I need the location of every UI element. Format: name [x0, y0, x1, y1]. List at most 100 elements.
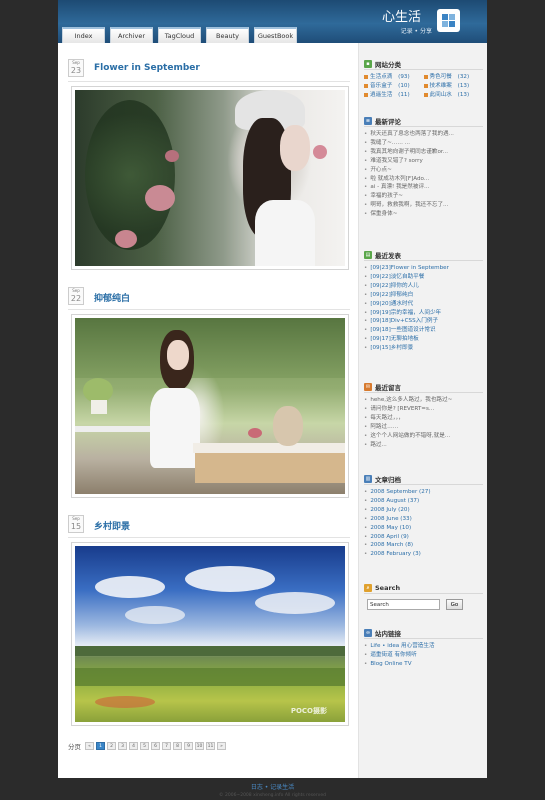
category-item[interactable]: 生活点滴 (93)	[364, 73, 424, 82]
photo-watermark: POCO摄影	[290, 707, 327, 715]
page-prev-button[interactable]: «	[85, 742, 94, 750]
category-item[interactable]: 技术维案 (13)	[423, 82, 484, 91]
guestbook-list: hehe,这么多人路过，我也路过~ 请问你是? [REVERT=s... 每天路…	[364, 396, 483, 449]
recent-comments-widget: ≡ 最新评论 秋天还真了息念也两落了我的遇... 我缝了~…… ... 我真其地…	[364, 115, 483, 219]
footer-links[interactable]: 日志 • 记录生活	[58, 782, 487, 791]
page-button[interactable]: 8	[173, 742, 182, 750]
page-button[interactable]: 9	[184, 742, 193, 750]
recent-post-item[interactable]: [09|22]淡忆自助平餐	[364, 273, 483, 282]
archive-icon: ▥	[364, 474, 372, 483]
nav-tab-tagcloud[interactable]: TagCloud	[158, 27, 201, 43]
widget-header: ∞ 站内链接	[364, 627, 483, 639]
recent-post-item[interactable]: [09|18]一些图道设计常识	[364, 326, 483, 335]
link-item[interactable]: Life • idea 用心营造生活	[364, 642, 483, 651]
page-button[interactable]: 11	[206, 742, 215, 750]
site-subtitle: 记录 • 分享	[400, 28, 432, 35]
search-input[interactable]	[367, 599, 440, 610]
comment-item[interactable]: 幸福的孩子~	[364, 192, 483, 201]
category-item[interactable]: 音乐盒子 (10)	[364, 82, 424, 91]
archive-item[interactable]: 2008 February (3)	[364, 550, 483, 559]
guestbook-item[interactable]: 阿路过……	[364, 423, 483, 432]
post-day: 15	[70, 522, 82, 531]
folder-icon: ▪	[364, 59, 372, 68]
recent-post-item[interactable]: [09|15]乡村即景	[364, 344, 483, 353]
post-photo[interactable]: POCO摄影	[71, 542, 349, 726]
guestbook-item[interactable]: 每天路过，，，	[364, 414, 483, 423]
message-icon: ✉	[364, 382, 372, 391]
recent-posts-widget: ▤ 最近发表 [09|23]Flower in September [09|22…	[364, 249, 483, 353]
recent-post-item[interactable]: [09|22]抑郁纯白	[364, 291, 483, 300]
link-item[interactable]: 逼重街道 有你倾听	[364, 651, 483, 660]
page-button[interactable]: 10	[195, 742, 204, 750]
guestbook-item[interactable]: 路过...	[364, 441, 483, 450]
archive-item[interactable]: 2008 April (9)	[364, 533, 483, 542]
category-item[interactable]: 逍遥生活 (11)	[364, 91, 424, 100]
post-title[interactable]: 抑郁纯白	[94, 291, 130, 304]
logo-icon[interactable]	[437, 9, 460, 32]
comment-item[interactable]: 啊哥，救救我啊，我还不忘了...	[364, 201, 483, 210]
post-date: Sep 23	[68, 59, 84, 77]
recent-post-item[interactable]: [09|22]抑你的人儿	[364, 282, 483, 291]
nav-tab-index[interactable]: Index	[62, 27, 105, 43]
category-item[interactable]: 秀色可餐 (32)	[423, 73, 484, 82]
site-title[interactable]: 心生活	[382, 6, 421, 25]
photo-girl-in-hat	[75, 90, 345, 266]
widget-title: 文章归档	[375, 475, 401, 484]
comment-item[interactable]: 难道我又错了? sorry	[364, 157, 483, 166]
archive-widget: ▥ 文章归档 2008 September (27) 2008 August (…	[364, 473, 483, 559]
post-title[interactable]: Flower in September	[94, 63, 200, 73]
post-photo[interactable]	[71, 314, 349, 498]
archive-item[interactable]: 2008 March (8)	[364, 541, 483, 550]
post-day: 22	[70, 294, 82, 303]
archive-item[interactable]: 2008 August (37)	[364, 497, 483, 506]
archive-item[interactable]: 2008 June (33)	[364, 515, 483, 524]
comment-item[interactable]: 保重身体~	[364, 210, 483, 219]
archive-item[interactable]: 2008 July (20)	[364, 506, 483, 515]
recent-post-item[interactable]: [09|17]无聊拍地板	[364, 335, 483, 344]
widget-header: ▪ 网站分类	[364, 58, 483, 70]
page-next-button[interactable]: »	[217, 742, 226, 750]
widget-header: ▤ 最近发表	[364, 249, 483, 261]
widget-title: 最新评论	[375, 117, 401, 126]
archive-item[interactable]: 2008 May (10)	[364, 524, 483, 533]
comment-item[interactable]: 开心点~	[364, 166, 483, 175]
guestbook-item[interactable]: 这个个人网站做的不错呀,就是...	[364, 432, 483, 441]
link-item[interactable]: Blog Online TV	[364, 660, 483, 669]
recent-post-item[interactable]: [09|19]宗的幸福，人间少年	[364, 309, 483, 318]
category-item[interactable]: 此间山水 (13)	[423, 91, 484, 100]
search-row: Go	[367, 599, 483, 610]
nav-tab-guestbook[interactable]: GuestBook	[254, 27, 297, 43]
guestbook-item[interactable]: hehe,这么多人路过，我也路过~	[364, 396, 483, 405]
comment-item[interactable]: 秋天还真了息念也两落了我的遇...	[364, 130, 483, 139]
search-button[interactable]: Go	[446, 599, 463, 610]
page-button[interactable]: 1	[96, 742, 105, 750]
archive-item[interactable]: 2008 September (27)	[364, 488, 483, 497]
post-title[interactable]: 乡村即景	[94, 519, 130, 532]
recent-post-item[interactable]: [09|23]Flower in September	[364, 264, 483, 273]
divider	[68, 309, 350, 310]
search-widget: ⌕ Search Go	[364, 582, 483, 610]
nav-tab-beauty[interactable]: Beauty	[206, 27, 249, 43]
site-header: 心生活 记录 • 分享 Index Archiver TagCloud Beau…	[58, 0, 487, 43]
link-list: Life • idea 用心营造生活 逼重街道 有你倾听 Blog Online…	[364, 642, 483, 669]
page-button[interactable]: 3	[118, 742, 127, 750]
page-button[interactable]: 6	[151, 742, 160, 750]
comment-item[interactable]: 啦 就成功木列[F]Ado...	[364, 175, 483, 184]
comment-item[interactable]: 我缝了~…… ...	[364, 139, 483, 148]
comment-item[interactable]: 我真其地向谢子明同志谨歉or...	[364, 148, 483, 157]
nav-tab-archiver[interactable]: Archiver	[110, 27, 153, 43]
guestbook-item[interactable]: 请问你是? [REVERT=s...	[364, 405, 483, 414]
category-icon	[364, 75, 368, 80]
divider	[68, 81, 350, 82]
page-button[interactable]: 2	[107, 742, 116, 750]
recent-post-item[interactable]: [09|18]Div+CSS入门例子	[364, 317, 483, 326]
category-icon	[423, 93, 428, 98]
page-button[interactable]: 7	[162, 742, 171, 750]
category-icon	[423, 84, 428, 89]
recent-post-item[interactable]: [09|20]通水时代	[364, 300, 483, 309]
page-button[interactable]: 5	[140, 742, 149, 750]
comment-item[interactable]: ai - 真漂! 我是然被评...	[364, 183, 483, 192]
post-day: 23	[70, 66, 82, 75]
page-button[interactable]: 4	[129, 742, 138, 750]
post-photo[interactable]	[71, 86, 349, 270]
